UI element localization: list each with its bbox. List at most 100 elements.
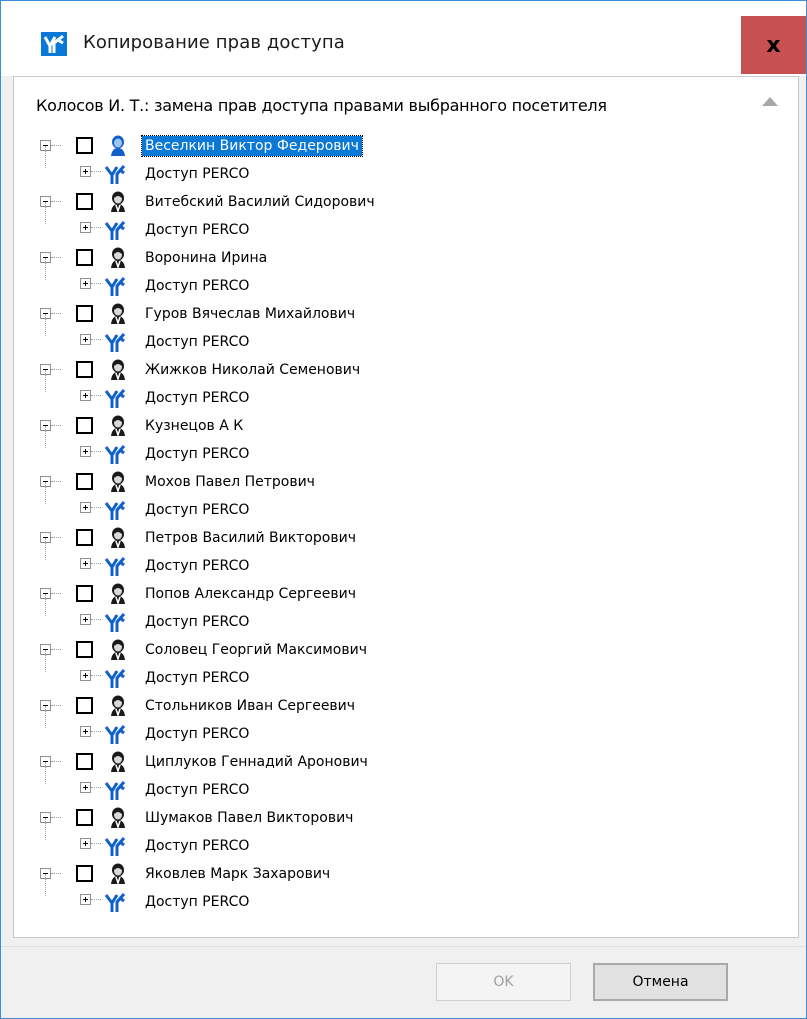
person-name[interactable]: Витебский Василий Сидорович bbox=[142, 192, 378, 212]
expand-node-icon[interactable] bbox=[80, 502, 91, 513]
person-checkbox[interactable] bbox=[76, 753, 93, 770]
person-checkbox[interactable] bbox=[76, 193, 93, 210]
expand-node-icon[interactable] bbox=[80, 166, 91, 177]
perco-access-icon bbox=[104, 387, 126, 409]
expand-node-icon[interactable] bbox=[80, 838, 91, 849]
tree-connector bbox=[45, 202, 46, 224]
tree-access-row[interactable]: Доступ PERCO bbox=[14, 314, 798, 356]
person-name[interactable]: Шумаков Павел Викторович bbox=[142, 808, 356, 828]
access-label[interactable]: Доступ PERCO bbox=[142, 164, 252, 184]
tree-person-row[interactable]: Стольников Иван Сергеевич bbox=[14, 692, 798, 720]
tree-person-row[interactable]: Витебский Василий Сидорович bbox=[14, 188, 798, 216]
cancel-button[interactable]: Отмена bbox=[593, 963, 728, 1001]
tree-access-row[interactable]: Доступ PERCO bbox=[14, 146, 798, 188]
expand-node-icon[interactable] bbox=[80, 390, 91, 401]
access-label[interactable]: Доступ PERCO bbox=[142, 836, 252, 856]
expand-node-icon[interactable] bbox=[80, 726, 91, 737]
expand-node-icon[interactable] bbox=[80, 614, 91, 625]
title-bar[interactable]: Копирование прав доступа x bbox=[1, 1, 806, 76]
person-selected-icon bbox=[110, 135, 126, 157]
tree-person-row[interactable]: Соловец Георгий Максимович bbox=[14, 636, 798, 664]
person-checkbox[interactable] bbox=[76, 137, 93, 154]
tree-access-row[interactable]: Доступ PERCO bbox=[14, 594, 798, 636]
tree-person-row[interactable]: Мохов Павел Петрович bbox=[14, 468, 798, 496]
person-name[interactable]: Веселкин Виктор Федерович bbox=[141, 135, 363, 157]
tree-person-row[interactable]: Попов Александр Сергеевич bbox=[14, 580, 798, 608]
person-name[interactable]: Петров Василий Викторович bbox=[142, 528, 359, 548]
expand-node-icon[interactable] bbox=[80, 558, 91, 569]
person-name[interactable]: Гуров Вячеслав Михайлович bbox=[142, 304, 358, 324]
person-checkbox[interactable] bbox=[76, 361, 93, 378]
access-label[interactable]: Доступ PERCO bbox=[142, 556, 252, 576]
access-label[interactable]: Доступ PERCO bbox=[142, 892, 252, 912]
tree-access-row[interactable]: Доступ PERCO bbox=[14, 762, 798, 804]
perco-access-icon bbox=[104, 779, 126, 801]
tree-connector bbox=[45, 370, 46, 392]
ok-button[interactable]: OK bbox=[436, 963, 571, 1001]
tree-person-row[interactable]: Яковлев Марк Захарович bbox=[14, 860, 798, 888]
expand-node-icon[interactable] bbox=[80, 782, 91, 793]
tree-person-row[interactable]: Шумаков Павел Викторович bbox=[14, 804, 798, 832]
person-icon bbox=[110, 359, 126, 382]
person-checkbox[interactable] bbox=[76, 809, 93, 826]
person-checkbox[interactable] bbox=[76, 585, 93, 602]
tree-access-row[interactable]: Доступ PERCO bbox=[14, 202, 798, 244]
panel-header[interactable]: Колосов И. Т.: замена прав доступа права… bbox=[14, 77, 798, 130]
person-checkbox[interactable] bbox=[76, 697, 93, 714]
tree-access-row[interactable]: Доступ PERCO bbox=[14, 650, 798, 692]
tree-person-row[interactable]: Петров Василий Викторович bbox=[14, 524, 798, 552]
tree-access-row[interactable]: Доступ PERCO bbox=[14, 258, 798, 300]
person-name[interactable]: Кузнецов А К bbox=[142, 416, 246, 436]
tree-access-row[interactable]: Доступ PERCO bbox=[14, 426, 798, 468]
expand-node-icon[interactable] bbox=[80, 334, 91, 345]
tree-access-row[interactable]: Доступ PERCO bbox=[14, 482, 798, 524]
person-name[interactable]: Попов Александр Сергеевич bbox=[142, 584, 359, 604]
person-checkbox[interactable] bbox=[76, 473, 93, 490]
collapse-up-icon[interactable] bbox=[762, 97, 778, 106]
person-name[interactable]: Соловец Георгий Максимович bbox=[142, 640, 370, 660]
access-label[interactable]: Доступ PERCO bbox=[142, 780, 252, 800]
tree-connector bbox=[91, 619, 101, 620]
person-name[interactable]: Воронина Ирина bbox=[142, 248, 270, 268]
tree-person-row[interactable]: Кузнецов А К bbox=[14, 412, 798, 440]
person-checkbox[interactable] bbox=[76, 249, 93, 266]
tree-person-row[interactable]: Гуров Вячеслав Михайлович bbox=[14, 300, 798, 328]
tree-person-row[interactable]: Веселкин Виктор Федерович bbox=[14, 132, 798, 160]
person-name[interactable]: Жижков Николай Семенович bbox=[142, 360, 363, 380]
access-label[interactable]: Доступ PERCO bbox=[142, 388, 252, 408]
person-checkbox[interactable] bbox=[76, 529, 93, 546]
person-checkbox[interactable] bbox=[76, 417, 93, 434]
expand-node-icon[interactable] bbox=[80, 222, 91, 233]
expand-node-icon[interactable] bbox=[80, 670, 91, 681]
close-button[interactable]: x bbox=[741, 16, 806, 74]
person-name[interactable]: Яковлев Марк Захарович bbox=[142, 864, 333, 884]
tree-access-row[interactable]: Доступ PERCO bbox=[14, 538, 798, 580]
access-label[interactable]: Доступ PERCO bbox=[142, 668, 252, 688]
tree-person-row[interactable]: Циплуков Геннадий Аронович bbox=[14, 748, 798, 776]
access-label[interactable]: Доступ PERCO bbox=[142, 332, 252, 352]
person-checkbox[interactable] bbox=[76, 865, 93, 882]
tree-connector bbox=[45, 762, 46, 784]
tree-connector bbox=[45, 818, 46, 840]
tree-access-row[interactable]: Доступ PERCO bbox=[14, 874, 798, 916]
tree-access-row[interactable]: Доступ PERCO bbox=[14, 706, 798, 748]
access-label[interactable]: Доступ PERCO bbox=[142, 724, 252, 744]
access-label[interactable]: Доступ PERCO bbox=[142, 444, 252, 464]
tree-person-row[interactable]: Жижков Николай Семенович bbox=[14, 356, 798, 384]
person-checkbox[interactable] bbox=[76, 305, 93, 322]
tree-connector bbox=[51, 705, 61, 706]
access-label[interactable]: Доступ PERCO bbox=[142, 500, 252, 520]
access-label[interactable]: Доступ PERCO bbox=[142, 276, 252, 296]
expand-node-icon[interactable] bbox=[80, 446, 91, 457]
access-label[interactable]: Доступ PERCO bbox=[142, 612, 252, 632]
expand-node-icon[interactable] bbox=[80, 894, 91, 905]
tree-access-row[interactable]: Доступ PERCO bbox=[14, 370, 798, 412]
access-label[interactable]: Доступ PERCO bbox=[142, 220, 252, 240]
person-checkbox[interactable] bbox=[76, 641, 93, 658]
expand-node-icon[interactable] bbox=[80, 278, 91, 289]
tree-access-row[interactable]: Доступ PERCO bbox=[14, 818, 798, 860]
person-name[interactable]: Стольников Иван Сергеевич bbox=[142, 696, 358, 716]
person-name[interactable]: Циплуков Геннадий Аронович bbox=[142, 752, 371, 772]
tree-person-row[interactable]: Воронина Ирина bbox=[14, 244, 798, 272]
person-name[interactable]: Мохов Павел Петрович bbox=[142, 472, 318, 492]
